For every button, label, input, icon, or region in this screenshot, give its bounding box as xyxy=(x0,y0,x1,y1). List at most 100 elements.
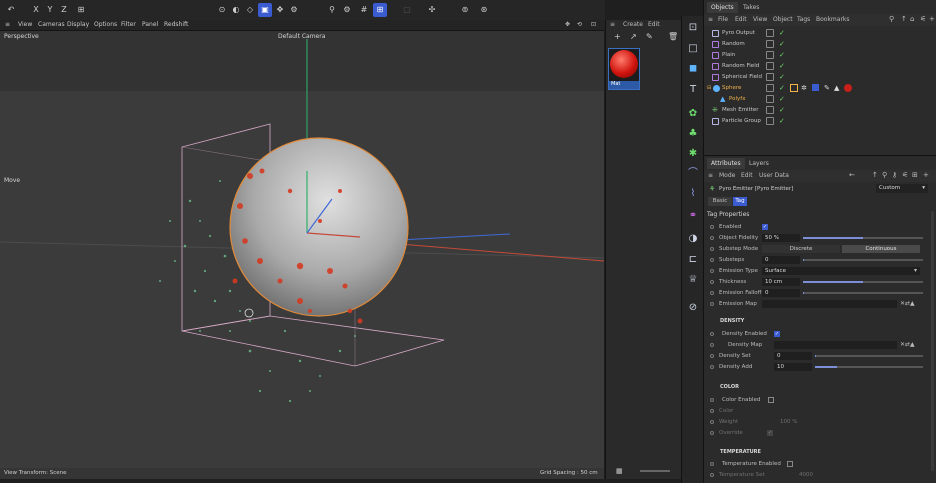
menu-file[interactable]: File xyxy=(718,16,728,23)
object-row[interactable]: Particle Group ✓ xyxy=(704,116,936,127)
animate-icon[interactable] xyxy=(710,291,714,295)
animate-icon[interactable] xyxy=(710,258,714,262)
x-axis-icon[interactable]: X xyxy=(29,3,43,17)
visibility-toggle[interactable] xyxy=(766,73,774,81)
lock-icon[interactable]: ▢ xyxy=(400,3,414,17)
enabled-check[interactable]: ✓ xyxy=(779,28,785,39)
tab-takes[interactable]: Takes xyxy=(739,2,763,13)
tab-attributes[interactable]: Attributes xyxy=(707,158,745,169)
gear-icon[interactable]: ⚙ xyxy=(287,3,301,17)
visibility-toggle[interactable] xyxy=(766,106,774,114)
emission-map-field[interactable] xyxy=(762,300,897,308)
snap-icon[interactable]: ⚲ xyxy=(325,3,339,17)
visibility-toggle[interactable] xyxy=(766,29,774,37)
tag-icon[interactable]: ✎ xyxy=(824,83,830,94)
menu-edit[interactable]: Edit xyxy=(735,16,747,23)
override-checkbox[interactable]: ✓ xyxy=(767,430,773,436)
density-map-field[interactable] xyxy=(774,341,897,349)
animate-icon[interactable] xyxy=(710,473,714,477)
attributes-scrollbar[interactable] xyxy=(931,211,934,471)
animate-icon[interactable] xyxy=(710,269,714,273)
move-view-icon[interactable]: ✥ xyxy=(565,21,570,28)
menu-view[interactable]: View xyxy=(18,21,32,28)
pyro-tag-icon[interactable] xyxy=(790,84,798,92)
menu-edit[interactable]: Edit xyxy=(648,21,660,28)
search-icon[interactable]: ⚲ xyxy=(882,171,887,179)
menu-mode[interactable]: Mode xyxy=(719,172,735,179)
add-icon[interactable]: + xyxy=(929,15,935,23)
enabled-check[interactable]: ✓ xyxy=(779,94,785,105)
color-header[interactable]: COLOR xyxy=(720,384,739,390)
density-set-slider[interactable] xyxy=(815,355,923,357)
tab-objects[interactable]: Objects xyxy=(707,2,738,13)
menu-redshift[interactable]: Redshift xyxy=(164,21,188,28)
animate-icon[interactable] xyxy=(710,236,714,240)
play-icon[interactable]: ⊙ xyxy=(215,3,229,17)
animate-icon[interactable] xyxy=(710,343,714,347)
emission-type-select[interactable]: Surface xyxy=(762,267,920,275)
expand-view-icon[interactable]: ⊡ xyxy=(591,21,596,28)
animate-icon[interactable] xyxy=(710,302,714,306)
object-row[interactable]: Spherical Field ✓ xyxy=(704,72,936,83)
warning-icon[interactable]: ▲ xyxy=(834,83,839,94)
move-mode-icon[interactable]: ✥ xyxy=(273,3,287,17)
workplane-icon[interactable]: ⊞ xyxy=(373,3,387,17)
record-icon[interactable]: ◐ xyxy=(229,3,243,17)
density-enabled-checkbox[interactable]: ✓ xyxy=(774,331,780,337)
lock-icon[interactable]: ⚷ xyxy=(892,171,897,179)
map-options-icon[interactable]: ✕⇄▲ xyxy=(900,299,915,309)
animate-icon[interactable] xyxy=(710,280,714,284)
menu-filter[interactable]: Filter xyxy=(121,21,136,28)
emission-falloff-input[interactable]: 0 xyxy=(762,289,800,297)
field-icon[interactable]: ⚭ xyxy=(685,208,701,224)
visibility-toggle[interactable] xyxy=(766,51,774,59)
object-row-selected[interactable]: ⊟ Sphere ✓ ✲ ✎ ▲ xyxy=(704,83,936,94)
material-tag-icon[interactable] xyxy=(844,84,852,92)
density-set-input[interactable]: 0 xyxy=(774,352,812,360)
menu-object[interactable]: Object xyxy=(773,16,793,23)
camera-label[interactable]: Default Camera xyxy=(278,33,325,40)
menu-edit[interactable]: Edit xyxy=(741,172,753,179)
emission-falloff-slider[interactable] xyxy=(803,292,923,294)
object-row[interactable]: ⁜ Mesh Emitter ✓ xyxy=(704,105,936,116)
animate-icon[interactable] xyxy=(710,409,714,413)
enabled-check[interactable]: ✓ xyxy=(779,116,785,127)
enabled-check[interactable]: ✓ xyxy=(779,83,785,94)
environment-icon[interactable]: ◑ xyxy=(685,231,701,247)
home-icon[interactable]: ⌂ xyxy=(910,15,914,23)
animate-icon[interactable] xyxy=(710,431,714,435)
mograph-icon[interactable]: ♣ xyxy=(685,126,701,142)
phong-tag-icon[interactable]: ✲ xyxy=(801,83,807,94)
menu-icon[interactable]: ≡ xyxy=(610,21,615,28)
visibility-toggle[interactable] xyxy=(766,95,774,103)
record-icon[interactable]: ⊚ xyxy=(458,3,472,17)
animate-icon[interactable] xyxy=(710,225,714,229)
density-header[interactable]: DENSITY xyxy=(720,318,744,324)
pipette-icon[interactable]: ✎ xyxy=(646,32,653,41)
visibility-toggle[interactable] xyxy=(766,62,774,70)
up-icon[interactable]: ↑ xyxy=(872,171,878,179)
enabled-check[interactable]: ✓ xyxy=(779,105,785,116)
animate-icon[interactable] xyxy=(710,420,714,424)
y-axis-icon[interactable]: Y xyxy=(43,3,57,17)
enabled-checkbox[interactable]: ✓ xyxy=(762,224,768,230)
expand-icon[interactable]: ⊟ xyxy=(707,83,711,94)
z-axis-icon[interactable]: Z xyxy=(57,3,71,17)
map-options-icon[interactable]: ✕⇄▲ xyxy=(900,340,915,350)
deformer-icon[interactable]: ⌒ xyxy=(685,166,701,182)
light-icon[interactable]: ♕ xyxy=(685,272,701,288)
animate-icon[interactable] xyxy=(710,332,714,336)
object-fidelity-input[interactable]: 50 % xyxy=(762,234,800,242)
thickness-input[interactable]: 10 cm xyxy=(762,278,800,286)
zoom-slider[interactable] xyxy=(640,470,670,472)
enabled-check[interactable]: ✓ xyxy=(779,61,785,72)
viewport[interactable]: Perspective Default Camera Move xyxy=(0,31,604,479)
cube-mode-icon[interactable]: ▣ xyxy=(258,3,272,17)
menu-options[interactable]: Options xyxy=(94,21,117,28)
gear-icon[interactable]: ⊛ xyxy=(477,3,491,17)
menu-icon[interactable]: ≡ xyxy=(708,172,713,179)
tab-tag[interactable]: Tag xyxy=(733,197,747,206)
sculpt-icon[interactable]: ⊘ xyxy=(685,300,701,316)
enabled-check[interactable]: ✓ xyxy=(779,39,785,50)
rectangle-icon[interactable]: □ xyxy=(685,41,701,57)
